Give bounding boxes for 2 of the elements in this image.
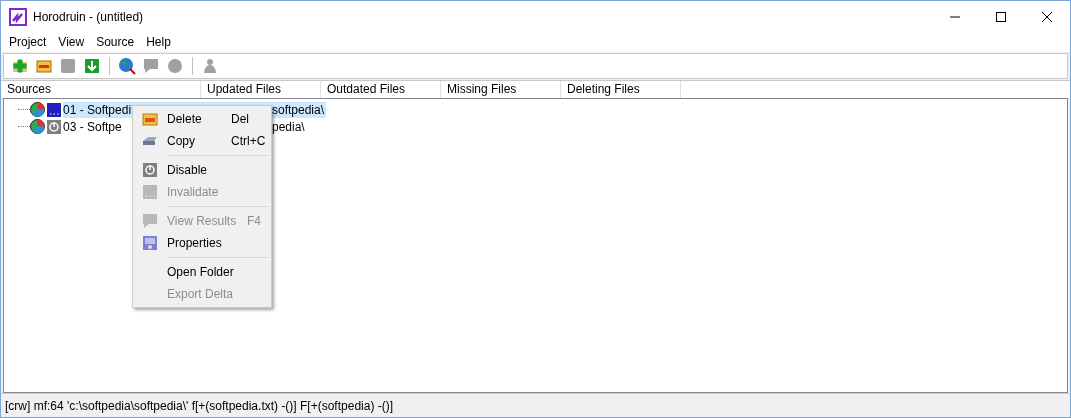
window-title: Horodruin - (untitled) [33,9,145,24]
status-bar: [crw] mf:64 'c:\softpedia\softpedia\' f[+(softpedia.txt) -()] F[+(softpedia) -()] [1,393,1070,417]
